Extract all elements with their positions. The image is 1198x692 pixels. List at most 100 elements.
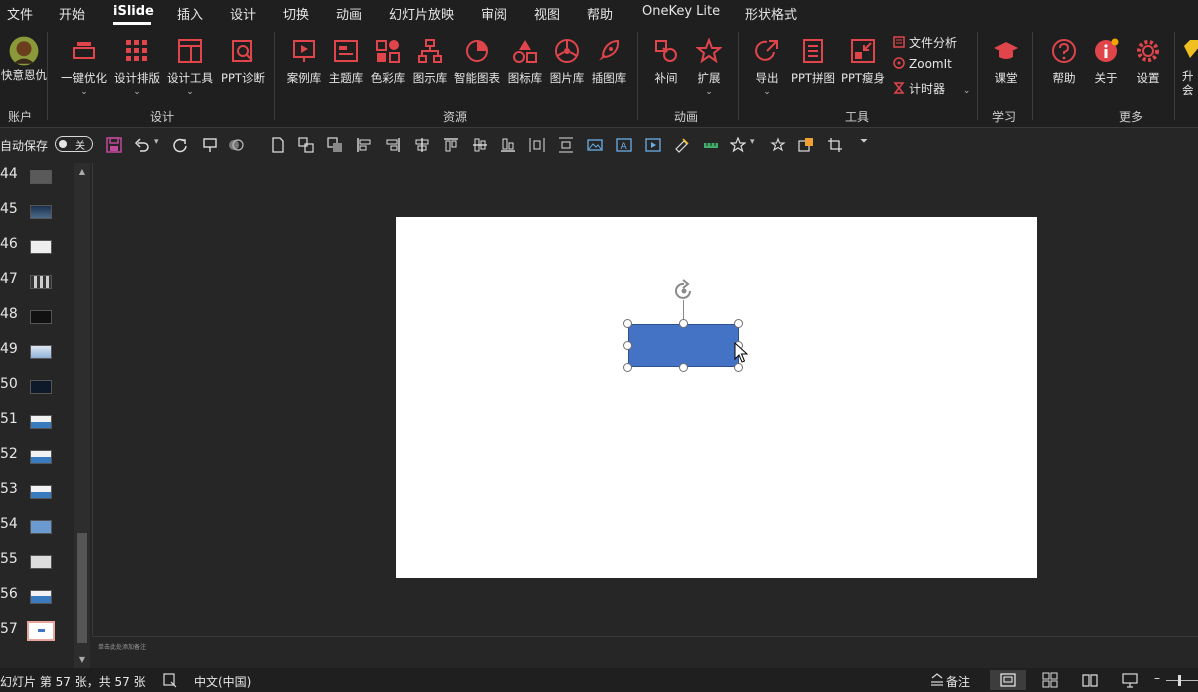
align-center-icon[interactable] [414,137,430,153]
zoom-slider-thumb[interactable] [1178,675,1181,686]
ppt-diagnose-button[interactable]: PPT诊断 [219,34,267,104]
one-click-optimize-button[interactable]: 一键优化 ⌄ [60,34,108,104]
settings-button[interactable]: 设置 [1124,34,1172,104]
format-painter-icon[interactable] [674,137,690,153]
language-indicator[interactable]: 中文(中国) [194,673,251,690]
theme-library-button[interactable]: 主题库 [322,34,370,104]
ppt-collage-button[interactable]: PPT拼图 [789,34,837,104]
menu-design[interactable]: 设计 [230,4,256,23]
file-analysis-button[interactable]: 文件分析 [893,34,957,52]
customize-toolbar-icon[interactable]: ⏷ [860,136,868,147]
case-library-button[interactable]: 案例库 [280,34,328,104]
slide-thumbnail[interactable] [30,590,52,604]
account-button[interactable]: 快意恩仇 [0,34,48,104]
menu-slideshow[interactable]: 幻灯片放映 [389,4,454,23]
undo-dropdown-icon[interactable]: ▾ [154,137,159,147]
resize-handle-bottom-right[interactable] [734,363,743,372]
align-top-icon[interactable] [443,137,459,153]
resize-handle-top[interactable] [679,319,688,328]
slide-thumbnail[interactable] [30,485,52,499]
star-outline-icon[interactable] [730,137,746,153]
thumbnail-scrollbar[interactable]: ▲ ▼ [74,163,90,668]
design-layout-button[interactable]: 设计排版 ⌄ [113,34,161,104]
menu-review[interactable]: 审阅 [481,4,507,23]
crop-icon[interactable] [827,137,843,153]
align-middle-icon[interactable] [472,137,488,153]
autosave-toggle[interactable]: 关 [55,136,93,152]
present-icon[interactable] [202,137,218,153]
timer-button[interactable]: 计时器 ⌄ [893,80,970,98]
menu-insert[interactable]: 插入 [177,4,203,23]
star-dropdown-icon[interactable]: ▾ [750,137,755,147]
resize-handle-bottom-left[interactable] [623,363,632,372]
slide-thumbnail[interactable] [30,450,52,464]
zoomit-button[interactable]: ZoomIt [893,57,952,75]
export-button[interactable]: 导出 ⌄ [743,34,791,104]
color-library-button[interactable]: 色彩库 [364,34,412,104]
notes-pane[interactable]: 单击此处添加备注 [92,636,1198,669]
icon-library-button[interactable]: 图标库 [501,34,549,104]
slide-sorter-icon[interactable] [1042,672,1058,688]
upgrade-button[interactable]: 升会 [1182,38,1198,108]
menu-file[interactable]: 文件 [7,4,33,23]
selected-slide-thumbnail[interactable] [27,621,55,641]
resize-handle-bottom[interactable] [679,363,688,372]
slide-thumbnail[interactable] [30,345,52,359]
slide-thumbnail[interactable] [30,520,52,534]
slideshow-view-icon[interactable] [1122,672,1138,688]
align-left-icon[interactable] [356,137,372,153]
distribute-horizontal-icon[interactable] [529,137,545,153]
tween-button[interactable]: 补间 [642,34,690,104]
zoom-slider[interactable] [1166,680,1198,681]
menu-transitions[interactable]: 切换 [283,4,309,23]
ruler-icon[interactable] [703,137,719,153]
star-small-icon[interactable] [770,137,786,153]
slide-thumbnail[interactable] [30,240,52,254]
align-right-icon[interactable] [385,137,401,153]
bring-forward-icon[interactable] [327,137,343,153]
normal-view-icon[interactable] [1000,672,1016,688]
shapes-merge-icon[interactable] [228,137,244,153]
notes-toggle-button[interactable]: 备注 [946,673,970,690]
image-library-button[interactable]: 图片库 [543,34,591,104]
menu-help[interactable]: 帮助 [587,4,613,23]
help-button[interactable]: 帮助 [1040,34,1088,104]
save-icon[interactable] [106,137,122,153]
menu-view[interactable]: 视图 [534,4,560,23]
slide-canvas[interactable] [396,217,1037,578]
text-box-icon[interactable]: A [616,137,632,153]
reading-view-icon[interactable] [1082,672,1098,688]
slide-thumbnail[interactable] [30,380,52,394]
menu-onekey[interactable]: OneKey Lite [642,4,720,19]
crop-image-icon[interactable] [798,137,814,153]
diagram-library-button[interactable]: 图示库 [406,34,454,104]
slide-thumbnail[interactable] [30,275,52,289]
slide-thumbnail[interactable] [30,415,52,429]
menu-home[interactable]: 开始 [59,4,85,23]
group-icon[interactable] [298,137,314,153]
extend-button[interactable]: 扩展 ⌄ [685,34,733,104]
about-button[interactable]: 关于 [1082,34,1130,104]
illustration-library-button[interactable]: 插图库 [585,34,633,104]
slide-thumbnail[interactable] [30,170,52,184]
undo-icon[interactable] [134,137,150,153]
slide-thumbnail[interactable] [30,555,52,569]
design-tools-button[interactable]: 设计工具 ⌄ [166,34,214,104]
smart-chart-button[interactable]: 智能图表 [453,34,501,104]
resize-handle-top-left[interactable] [623,319,632,328]
accessibility-icon[interactable] [162,672,178,688]
menu-shape-format[interactable]: 形状格式 [745,4,797,23]
menu-animations[interactable]: 动画 [336,4,362,23]
scrollbar-thumb[interactable] [77,533,87,643]
picture-icon[interactable] [587,137,603,153]
scroll-up-arrow[interactable]: ▲ [77,167,87,177]
menu-islide[interactable]: iSlide [113,4,154,19]
selected-rectangle-shape[interactable] [628,324,739,367]
scroll-down-arrow[interactable]: ▼ [77,655,87,665]
slide-thumbnail[interactable] [30,310,52,324]
ppt-slim-button[interactable]: PPT瘦身 [839,34,887,104]
rotate-handle-icon[interactable] [672,279,696,303]
zoom-out-button[interactable]: – [1154,671,1160,685]
classroom-button[interactable]: 课堂 [982,34,1030,104]
distribute-vertical-icon[interactable] [558,137,574,153]
